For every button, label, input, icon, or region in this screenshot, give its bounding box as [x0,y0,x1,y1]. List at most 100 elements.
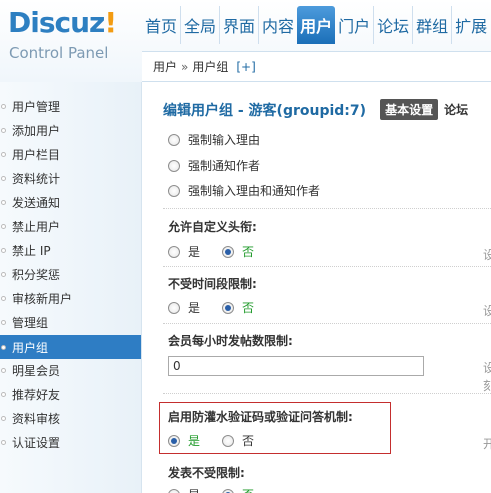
time-limit-options: 是 否 [168,299,276,316]
top-nav: 首页 全局 界面 内容 用户 门户 论坛 群组 扩展 [142,6,490,44]
bullet-icon [1,200,6,205]
bullet-icon [1,248,6,253]
bullet-icon [1,345,6,350]
bullet-icon [1,152,6,157]
sidebar-item-notify[interactable]: 发送通知 [0,190,141,214]
sidebar-item-add-user[interactable]: 添加用户 [0,118,141,142]
add-shortcut-button[interactable]: [+] [236,60,255,74]
logo[interactable]: Discuz! Control Panel [8,4,140,64]
sidebar-item-admin-group[interactable]: 管理组 [0,310,141,334]
time-limit-yes-label: 是 [188,301,201,315]
main-content: 编辑用户组 - 游客(groupid:7) 基本设置 论坛 强制输入理由 强制通… [143,83,491,493]
option-reason-row: 强制输入理由 [168,134,260,148]
sidebar-item-user-manage[interactable]: 用户管理 [0,94,141,118]
sidebar-item-recommend[interactable]: 推荐好友 [0,382,141,406]
time-limit-no-radio[interactable] [222,301,235,314]
anti-flood-options: 是 否 [168,432,276,449]
bullet-icon [1,296,6,301]
bullet-icon [1,272,6,277]
sidebar-item-moderate-new[interactable]: 审核新用户 [0,286,141,310]
logo-subtitle: Control Panel [9,44,109,62]
post-unlimited-yes-radio[interactable] [168,488,180,493]
logo-brand-mark: ! [104,6,117,39]
sidebar-item-label: 资料审核 [12,411,61,426]
sidebar-item-label: 禁止 IP [12,243,51,258]
tab-interface[interactable]: 界面 [220,6,260,44]
sidebar-item-usergroup[interactable]: 用户组 [0,335,141,359]
sidebar: 用户管理 添加用户 用户栏目 资料统计 发送通知 禁止用户 禁止 IP 积分奖惩… [0,82,142,493]
sidebar-item-stats[interactable]: 资料统计 [0,166,141,190]
anti-flood-label: 启用防灌水验证码或验证问答机制: [168,410,353,424]
post-limit-input[interactable] [168,356,424,376]
anti-flood-no-radio[interactable] [222,434,235,447]
bullet-icon [1,368,6,373]
sidebar-item-star-members[interactable]: 明星会员 [0,358,141,382]
sidebar-item-credits[interactable]: 积分奖惩 [0,262,141,286]
post-unlimited-options: 是 否 [168,486,276,493]
sidebar-item-ban-ip[interactable]: 禁止 IP [0,238,141,262]
bullet-icon [1,416,6,421]
tab-basic-settings[interactable]: 基本设置 [380,99,439,120]
tab-content[interactable]: 内容 [259,6,297,44]
sidebar-item-label: 资料统计 [12,171,61,186]
breadcrumb-usergroup[interactable]: 用户组 [192,58,228,75]
option-notify-label: 强制通知作者 [188,159,261,173]
anti-flood-yes-radio[interactable] [168,434,180,447]
time-limit-hint: 设 [483,304,491,318]
logo-brand: Discuz! [8,6,117,39]
sidebar-item-verify[interactable]: 认证设置 [0,430,141,454]
custom-title-hint: 设 [483,248,491,262]
sidebar-item-label: 发送通知 [12,195,61,210]
breadcrumb: 用户 » 用户组 [+] [142,51,491,82]
sidebar-item-label: 推荐好友 [12,387,61,402]
page-title: 编辑用户组 - 游客(groupid:7) [163,102,367,119]
post-unlimited-yes-label: 是 [188,486,200,493]
radio-reason[interactable] [168,134,180,146]
anti-flood-no-label: 否 [242,434,255,448]
custom-title-no-radio[interactable] [222,245,235,258]
time-limit-yes-radio[interactable] [168,301,180,314]
radio-notify[interactable] [168,159,180,172]
tab-group[interactable]: 群组 [413,6,453,44]
sidebar-item-label: 禁止用户 [12,219,61,234]
tab-global[interactable]: 全局 [181,6,221,44]
tab-forum-settings[interactable]: 论坛 [444,101,468,118]
custom-title-no-label: 否 [242,245,255,259]
custom-title-options: 是 否 [168,243,276,260]
tab-home[interactable]: 首页 [142,6,182,44]
sidebar-item-label: 积分奖惩 [12,267,61,282]
sidebar-item-label: 用户管理 [12,99,61,114]
custom-title-yes-label: 是 [188,245,201,259]
option-both-label: 强制输入理由和通知作者 [188,184,321,198]
bullet-icon [1,176,6,181]
sidebar-item-label: 用户组 [12,340,49,355]
bullet-icon [1,224,6,229]
divider [163,393,491,394]
option-reason-label: 强制输入理由 [188,134,261,147]
tab-extend[interactable]: 扩展 [452,6,490,44]
divider [163,323,491,324]
post-limit-label: 会员每小时发帖数限制: [168,334,293,348]
option-both-row: 强制输入理由和通知作者 [168,182,320,199]
post-unlimited-no-radio[interactable] [222,488,235,493]
sidebar-item-profile-review[interactable]: 资料审核 [0,406,141,430]
sidebar-item-label: 审核新用户 [12,291,73,306]
sidebar-item-label: 明星会员 [12,363,61,378]
tab-forum[interactable]: 论坛 [374,6,414,44]
post-unlimited-no-label: 否 [242,486,254,493]
custom-title-yes-radio[interactable] [168,245,180,258]
tab-portal[interactable]: 门户 [335,6,375,44]
radio-both[interactable] [168,184,180,197]
breadcrumb-user[interactable]: 用户 [153,58,177,75]
sidebar-item-user-columns[interactable]: 用户栏目 [0,142,141,166]
post-limit-hint-2: 刻 [483,379,491,393]
sidebar-item-label: 用户栏目 [12,147,61,162]
sidebar-item-ban-user[interactable]: 禁止用户 [0,214,141,238]
divider [163,266,491,267]
tab-user[interactable]: 用户 [297,6,336,44]
bullet-icon [1,128,6,133]
bullet-icon [1,320,6,325]
divider [163,208,491,209]
time-limit-label: 不受时间段限制: [168,277,257,291]
time-limit-no-label: 否 [242,301,255,315]
